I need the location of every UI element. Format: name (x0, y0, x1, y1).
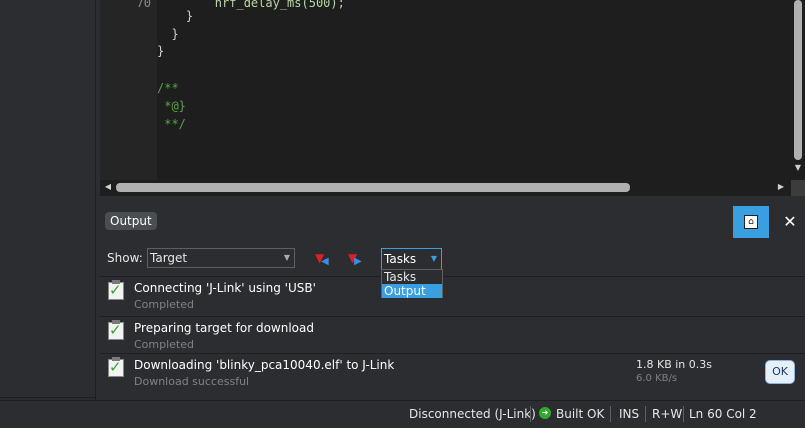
task-status: Completed (134, 298, 194, 311)
close-icon[interactable]: ✕ (780, 211, 800, 233)
chevron-down-icon: ▼ (283, 253, 290, 262)
status-divider (645, 406, 646, 422)
status-divider (530, 406, 531, 422)
line-number: 70 (136, 0, 151, 10)
next-error-icon[interactable]: ▼ ▶ (348, 249, 368, 267)
build-status[interactable]: Built OK (556, 407, 604, 421)
code-editor[interactable]: 70 nrf_delay_ms(500); } } } /** *@} **/ … (100, 0, 805, 196)
scroll-down-arrow-icon[interactable]: ▼ (794, 164, 802, 172)
cursor-position[interactable]: Ln 60 Col 2 (689, 407, 757, 421)
code-area[interactable]: nrf_delay_ms(500); } } } /** *@} **/ (157, 0, 791, 180)
status-divider (683, 406, 684, 422)
status-bar: Disconnected (J-Link) ➜ Built OK INS R+W… (0, 400, 805, 428)
task-completed-icon: ✓ (108, 357, 124, 377)
show-label: Show: (107, 251, 143, 265)
show-select-value: Target (150, 251, 188, 265)
download-size: 1.8 KB in 0.3s (636, 358, 712, 371)
horizontal-scrollbar[interactable]: ◀ ▶ (100, 180, 791, 194)
line-number-gutter: 70 (100, 0, 157, 180)
code-comment-line: /** (157, 81, 179, 95)
status-divider (610, 406, 611, 422)
scrollbar-corner (791, 180, 805, 196)
code-comment-line: *@} (157, 99, 186, 113)
left-panel-divider (0, 397, 95, 398)
connection-status[interactable]: Disconnected (J-Link) (409, 407, 536, 421)
pin-icon: ⌂ (744, 215, 758, 229)
left-panel (0, 0, 96, 400)
view-select-value: Tasks (384, 252, 417, 266)
task-title: Connecting 'J-Link' using 'USB' (134, 281, 316, 295)
chevron-down-icon: ▼ (430, 254, 437, 263)
scroll-left-arrow-icon[interactable]: ◀ (104, 183, 112, 191)
insert-mode[interactable]: INS (619, 407, 639, 421)
code-line: } (157, 44, 165, 58)
task-row: ✓ Connecting 'J-Link' using 'USB' Comple… (100, 276, 805, 313)
download-rate: 6.0 KB/s (636, 373, 678, 384)
task-completed-icon: ✓ (108, 320, 124, 340)
vertical-scrollbar[interactable]: ▼ (791, 0, 805, 196)
pin-button[interactable]: ⌂ (733, 206, 769, 238)
dropdown-option-output[interactable]: Output (382, 284, 442, 298)
task-title: Downloading 'blinky_pca10040.elf' to J-L… (134, 358, 395, 372)
view-dropdown-menu: Tasks Output (381, 269, 443, 298)
ok-button[interactable]: OK (765, 360, 795, 384)
horizontal-scroll-thumb[interactable] (116, 183, 630, 192)
view-select[interactable]: Tasks ▼ (381, 248, 442, 270)
task-title: Preparing target for download (134, 321, 314, 335)
previous-error-icon[interactable]: ▼ ◀ (315, 249, 335, 267)
task-row: ✓ Preparing target for download Complete… (100, 316, 805, 353)
build-ok-icon: ➜ (539, 407, 551, 419)
task-completed-icon: ✓ (108, 280, 124, 300)
scroll-right-arrow-icon[interactable]: ▶ (777, 183, 785, 191)
output-title-tab[interactable]: Output (105, 212, 157, 230)
code-comment-line: **/ (157, 117, 186, 131)
task-status: Completed (134, 338, 194, 351)
show-select[interactable]: Target ▼ (147, 248, 295, 268)
task-status: Download successful (134, 375, 250, 388)
dropdown-option-tasks[interactable]: Tasks (382, 270, 442, 284)
task-row: ✓ Downloading 'blinky_pca10040.elf' to J… (100, 353, 805, 390)
code-line: } (157, 9, 194, 23)
vertical-scroll-thumb[interactable] (794, 0, 802, 160)
output-panel: Output ⌂ ✕ Show: Target ▼ ▼ ◀ ▼ ▶ Tasks ▼ … (100, 206, 805, 400)
code-line: } (157, 27, 179, 41)
access-mode[interactable]: R+W (652, 407, 682, 421)
